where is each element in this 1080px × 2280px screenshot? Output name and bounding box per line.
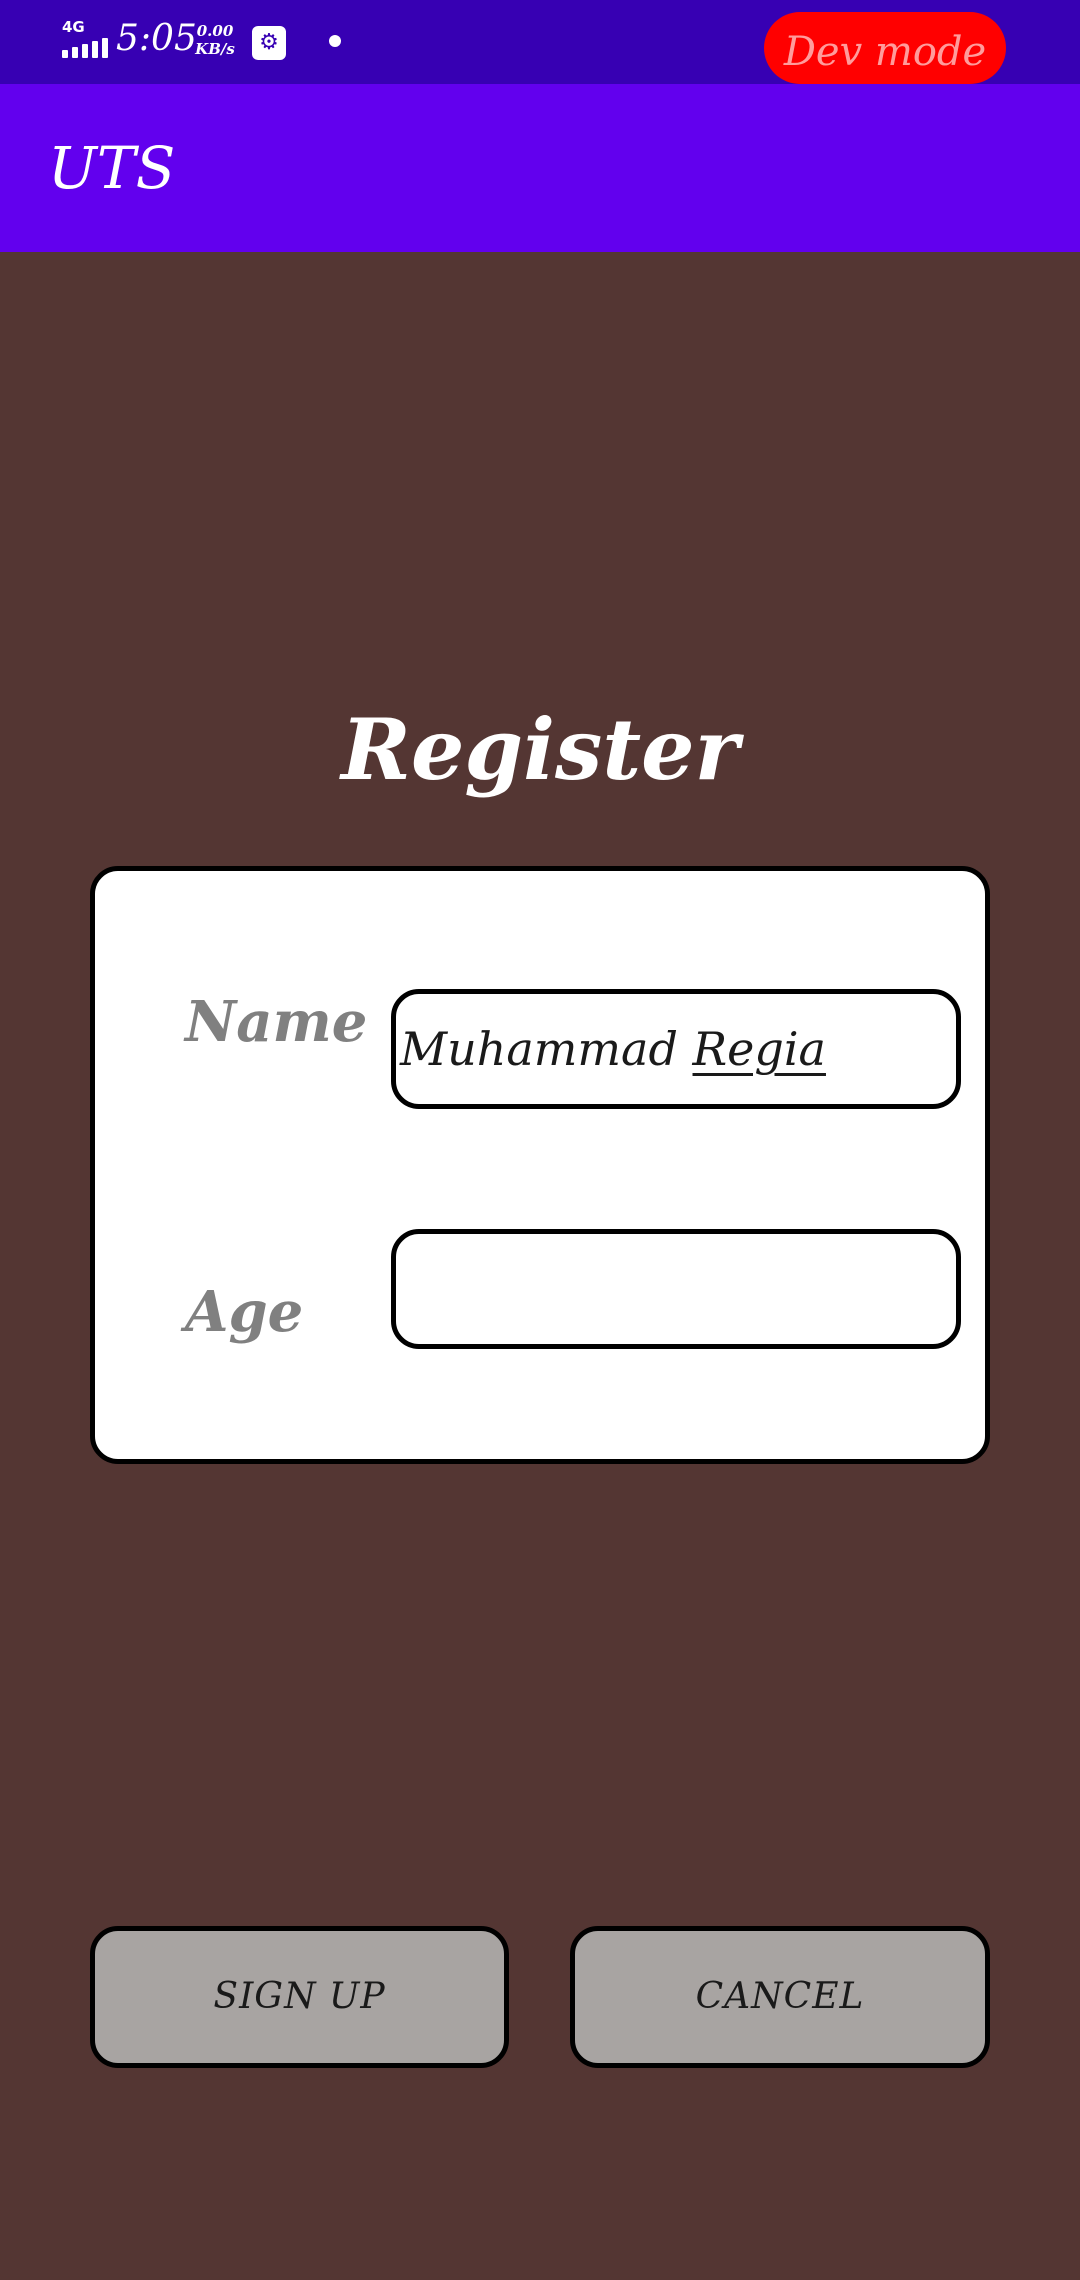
name-field[interactable]: Muhammad Regia — [391, 989, 961, 1109]
speed-value: 0.00 — [196, 22, 234, 40]
page-title: Register — [341, 700, 739, 799]
register-form-card: Name Muhammad Regia Age — [90, 866, 990, 1464]
name-label: Name — [185, 989, 368, 1055]
notification-dot-icon — [329, 35, 341, 47]
age-field[interactable] — [391, 1229, 961, 1349]
age-label: Age — [185, 1279, 304, 1345]
app-title: UTS — [48, 134, 176, 202]
name-value-second: Regia — [692, 1022, 826, 1076]
cancel-button[interactable]: CANCEL — [570, 1926, 990, 2068]
speed-unit: KB/s — [195, 40, 235, 58]
clock: 5:05 — [116, 18, 197, 59]
app-bar: UTS — [0, 84, 1080, 252]
usb-debug-icon: ⚙ — [252, 26, 286, 60]
signal-icon: 4G — [58, 18, 108, 58]
name-value-first: Muhammad — [400, 1022, 678, 1076]
status-bar: 4G 5:05 0.00 KB/s ⚙ Dev mode — [0, 0, 1080, 84]
sign-up-button[interactable]: SIGN UP — [90, 1926, 509, 2068]
network-type-label: 4G — [62, 18, 85, 36]
dev-mode-badge[interactable]: Dev mode — [764, 12, 1006, 84]
network-speed: 0.00 KB/s — [190, 22, 240, 58]
